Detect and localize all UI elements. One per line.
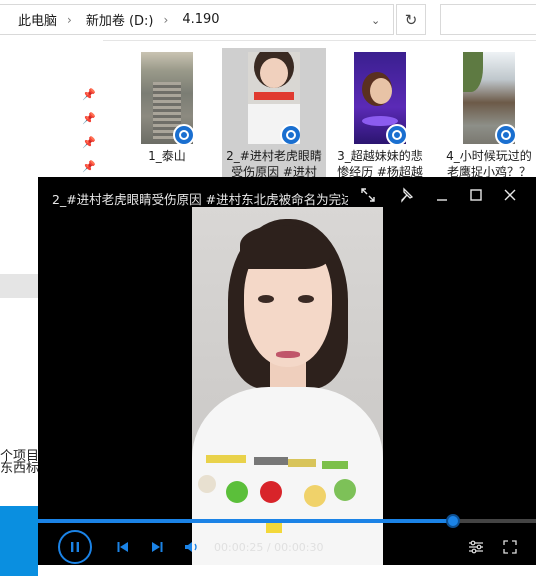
nav-item-selected[interactable] xyxy=(0,274,38,298)
video-file-icon xyxy=(280,124,300,144)
pause-icon xyxy=(71,542,79,552)
video-thumbnail xyxy=(141,52,193,144)
time-total: 00:00:30 xyxy=(274,541,324,554)
fullscreen-icon xyxy=(503,540,517,554)
time-separator: / xyxy=(263,541,275,554)
shirt-patch xyxy=(206,455,246,463)
progress-handle[interactable] xyxy=(446,514,460,528)
pin-icon[interactable]: 📌 xyxy=(82,136,96,149)
file-name: 3_超越妹妹的悲惨经历 #杨超越 xyxy=(337,149,423,179)
minimize-player-button[interactable] xyxy=(360,187,380,207)
close-button[interactable] xyxy=(502,187,522,207)
video-badge-dot xyxy=(286,130,296,140)
shirt-flower xyxy=(334,479,356,501)
player-title: 2_#进村老虎眼睛受伤原因 #进村东北虎被命名为完达... xyxy=(52,192,348,207)
pause-button[interactable] xyxy=(58,530,92,564)
file-item[interactable]: 4_小时候玩过的老鹰捉小鸡？？ xyxy=(437,48,536,180)
pin-icon[interactable]: 📌 xyxy=(82,112,96,125)
shirt-patch xyxy=(322,461,348,469)
fullscreen-button[interactable] xyxy=(503,539,517,558)
video-person-eye xyxy=(298,295,314,303)
thumbnail-face xyxy=(370,78,392,104)
video-frame[interactable] xyxy=(192,207,383,565)
pin-icon[interactable]: 📌 xyxy=(82,88,96,101)
breadcrumb-folder[interactable]: 4.190 xyxy=(182,12,219,27)
chevron-down-icon[interactable]: ⌄ xyxy=(371,14,380,27)
video-file-icon xyxy=(495,124,515,144)
skip-next-icon xyxy=(152,542,163,552)
settings-button[interactable] xyxy=(468,539,484,558)
minimize-icon xyxy=(437,199,447,201)
maximize-button[interactable] xyxy=(468,187,488,207)
volume-button[interactable] xyxy=(184,539,202,558)
previous-button[interactable] xyxy=(116,539,130,558)
shirt-flower xyxy=(198,475,216,493)
chevron-right-icon: › xyxy=(67,12,72,27)
shirt-flower xyxy=(226,481,248,503)
skip-previous-icon xyxy=(117,542,128,552)
next-button[interactable] xyxy=(150,539,164,558)
shirt-patch xyxy=(288,459,316,467)
minimize-button[interactable] xyxy=(434,187,454,207)
breadcrumb[interactable]: 此电脑 › 新加卷 (D:) › 4.190 ⌄ xyxy=(0,4,394,35)
time-display: 00:00:25 / 00:00:30 xyxy=(214,541,324,554)
shirt-flower xyxy=(304,485,326,507)
thumbnail-tree xyxy=(463,52,483,92)
file-item[interactable]: 1_泰山 xyxy=(115,48,219,164)
pin-icon[interactable]: 📌 xyxy=(82,160,96,173)
chevron-right-icon: › xyxy=(163,12,169,27)
breadcrumb-drive[interactable]: 新加卷 (D:) xyxy=(86,10,154,29)
file-item-selected[interactable]: 2_#进村老虎眼睛受伤原因 #进村 xyxy=(222,48,326,179)
taskbar-accent xyxy=(0,506,38,576)
maximize-icon xyxy=(470,189,482,201)
video-person-mouth xyxy=(276,351,300,358)
address-bar: 此电脑 › 新加卷 (D:) › 4.190 ⌄ ↻ xyxy=(0,0,536,41)
sliders-icon xyxy=(469,540,483,554)
video-badge-dot xyxy=(501,130,511,140)
file-name: 2_#进村老虎眼睛受伤原因 #进村 xyxy=(226,149,322,179)
shirt-patch xyxy=(254,457,288,465)
video-badge-dot xyxy=(179,130,189,140)
progress-fill xyxy=(38,519,453,523)
volume-icon xyxy=(185,542,197,552)
time-current: 00:00:25 xyxy=(214,541,264,554)
video-thumbnail xyxy=(463,52,515,144)
file-name: 4_小时候玩过的老鹰捉小鸡？？ xyxy=(446,149,532,179)
refresh-button[interactable]: ↻ xyxy=(396,4,426,35)
pin-button[interactable] xyxy=(398,187,418,207)
video-thumbnail xyxy=(354,52,406,144)
video-person-eye xyxy=(258,295,274,303)
video-player-window[interactable]: 2_#进村老虎眼睛受伤原因 #进村东北虎被命名为完达... 00:00:25 /… xyxy=(38,177,536,565)
search-input[interactable] xyxy=(440,4,536,35)
video-person-bangs xyxy=(240,225,330,269)
video-thumbnail xyxy=(248,52,300,144)
thumbnail-tag xyxy=(254,92,294,100)
video-file-icon xyxy=(173,124,193,144)
shirt-flower xyxy=(260,481,282,503)
thumbnail-face xyxy=(260,58,288,88)
file-item[interactable]: 3_超越妹妹的悲惨经历 #杨超越 xyxy=(328,48,432,180)
video-person-shirt xyxy=(192,387,383,565)
close-icon xyxy=(504,189,516,201)
shrink-icon xyxy=(361,188,375,202)
video-badge-dot xyxy=(392,130,402,140)
video-file-icon xyxy=(386,124,406,144)
breadcrumb-this-pc[interactable]: 此电脑 xyxy=(18,10,57,29)
file-name: 1_泰山 xyxy=(148,149,186,163)
refresh-icon: ↻ xyxy=(404,10,418,29)
pin-icon xyxy=(401,187,414,203)
